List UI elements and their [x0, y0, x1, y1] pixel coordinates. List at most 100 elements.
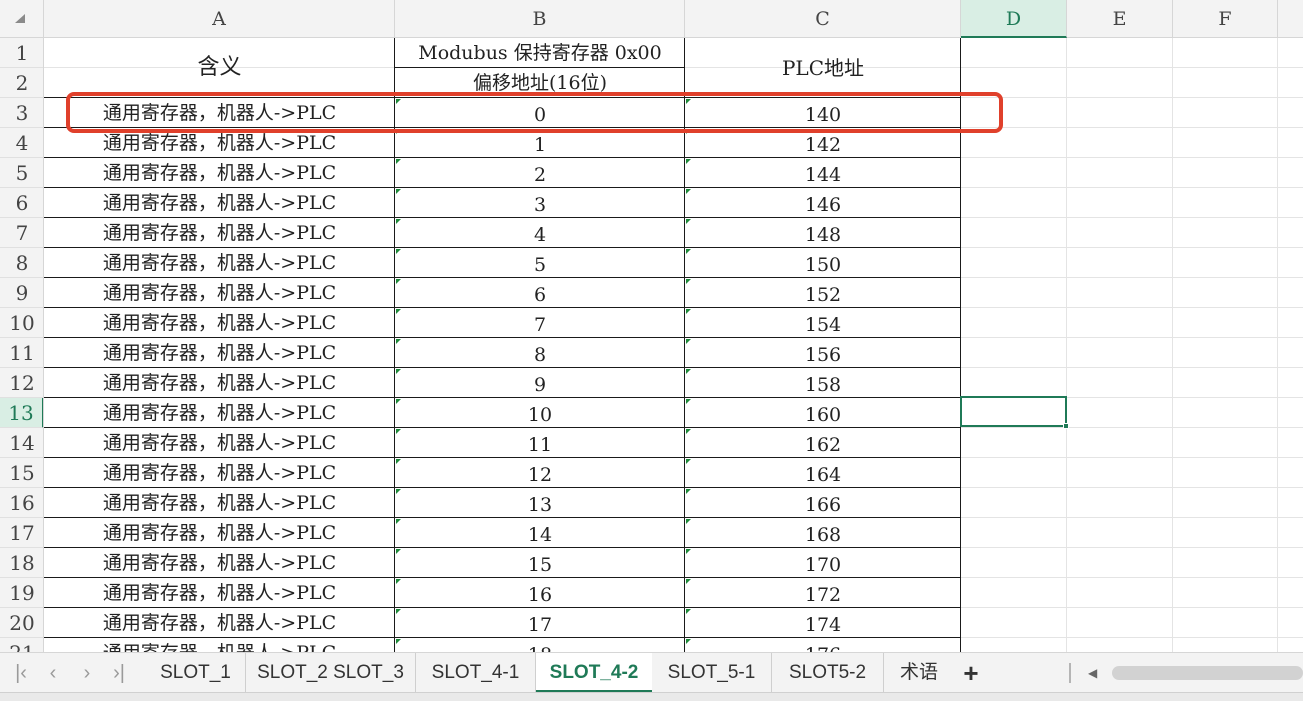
cell-offset[interactable]: 9	[395, 368, 685, 398]
cell-offset[interactable]: 16	[395, 578, 685, 608]
cell-plc-address[interactable]: 174	[685, 608, 961, 638]
row-header-7[interactable]: 7	[0, 218, 43, 248]
row-header-16[interactable]: 16	[0, 488, 43, 518]
row-header-8[interactable]: 8	[0, 248, 43, 278]
cell-offset[interactable]: 14	[395, 518, 685, 548]
cell-plc-address[interactable]: 156	[685, 338, 961, 368]
cell-plc-address[interactable]: 176	[685, 638, 961, 652]
cell-offset[interactable]: 4	[395, 218, 685, 248]
cell-plc-address[interactable]: 170	[685, 548, 961, 578]
table-border	[44, 637, 961, 638]
cell-offset[interactable]: 5	[395, 248, 685, 278]
row-header-2[interactable]: 2	[0, 68, 43, 98]
horizontal-scrollbar[interactable]	[1112, 666, 1303, 680]
cell-meaning[interactable]: 通用寄存器，机器人->PLC	[44, 548, 395, 578]
cell-meaning[interactable]: 通用寄存器，机器人->PLC	[44, 428, 395, 458]
cell-meaning[interactable]: 通用寄存器，机器人->PLC	[44, 188, 395, 218]
column-header-a[interactable]: A	[44, 0, 395, 38]
sheet-tab[interactable]: SLOT5-2	[772, 653, 884, 693]
cell-plc-address[interactable]: 152	[685, 278, 961, 308]
row-header-13[interactable]: 13	[0, 398, 43, 428]
cell-plc-address[interactable]: 144	[685, 158, 961, 188]
row-header-17[interactable]: 17	[0, 518, 43, 548]
cell-meaning[interactable]: 通用寄存器，机器人->PLC	[44, 158, 395, 188]
fill-handle[interactable]	[1063, 423, 1069, 429]
scroll-left-icon[interactable]: ◀	[1088, 653, 1097, 693]
row-header-4[interactable]: 4	[0, 128, 43, 158]
sheet-tab[interactable]: 术语	[884, 653, 954, 693]
cell-plc-address[interactable]: 158	[685, 368, 961, 398]
sheet-tab[interactable]: SLOT_4-2	[536, 653, 652, 693]
cell-number-text-indicator	[396, 279, 401, 284]
column-header-e[interactable]: E	[1067, 0, 1173, 38]
cell-meaning[interactable]: 通用寄存器，机器人->PLC	[44, 488, 395, 518]
cell-offset[interactable]: 2	[395, 158, 685, 188]
row-header-18[interactable]: 18	[0, 548, 43, 578]
cell-meaning[interactable]: 通用寄存器，机器人->PLC	[44, 278, 395, 308]
cell-plc-address[interactable]: 162	[685, 428, 961, 458]
cell-number-text-indicator	[686, 159, 691, 164]
row-header-3[interactable]: 3	[0, 98, 43, 128]
cell-meaning[interactable]: 通用寄存器，机器人->PLC	[44, 248, 395, 278]
sheet-tab[interactable]: SLOT_5-1	[652, 653, 772, 693]
cell-offset[interactable]: 11	[395, 428, 685, 458]
row-header-19[interactable]: 19	[0, 578, 43, 608]
scroll-split-handle[interactable]	[1069, 663, 1071, 683]
select-all-corner[interactable]	[0, 0, 44, 38]
row-header-9[interactable]: 9	[0, 278, 43, 308]
row-header-10[interactable]: 10	[0, 308, 43, 338]
cell-offset[interactable]: 15	[395, 548, 685, 578]
cell-plc-address[interactable]: 148	[685, 218, 961, 248]
plus-icon[interactable]: +	[958, 653, 984, 693]
selected-cell-d13[interactable]	[960, 396, 1069, 429]
cell-meaning[interactable]: 通用寄存器，机器人->PLC	[44, 578, 395, 608]
cell-meaning[interactable]: 通用寄存器，机器人->PLC	[44, 638, 395, 652]
gridline-col	[1172, 38, 1173, 652]
cell-plc-address[interactable]: 160	[685, 398, 961, 428]
row-header-15[interactable]: 15	[0, 458, 43, 488]
next-sheet-icon[interactable]: ›	[72, 653, 102, 693]
column-header-b[interactable]: B	[395, 0, 685, 38]
cell-offset[interactable]: 13	[395, 488, 685, 518]
first-sheet-icon[interactable]: |‹	[6, 653, 36, 693]
cell-offset[interactable]: 10	[395, 398, 685, 428]
cell-offset[interactable]: 17	[395, 608, 685, 638]
sheet-tab[interactable]: SLOT_4-1	[416, 653, 536, 693]
cell-meaning[interactable]: 通用寄存器，机器人->PLC	[44, 458, 395, 488]
last-sheet-icon[interactable]: ›|	[104, 653, 134, 693]
row-header-21[interactable]: 21	[0, 638, 43, 652]
cell-plc-address[interactable]: 154	[685, 308, 961, 338]
column-header-d[interactable]: D	[961, 0, 1067, 38]
row-header-5[interactable]: 5	[0, 158, 43, 188]
prev-sheet-icon[interactable]: ‹	[38, 653, 68, 693]
row-header-14[interactable]: 14	[0, 428, 43, 458]
column-header-c[interactable]: C	[685, 0, 961, 38]
cell-plc-address[interactable]: 150	[685, 248, 961, 278]
row-header-12[interactable]: 12	[0, 368, 43, 398]
row-header-1[interactable]: 1	[0, 38, 43, 68]
cell-meaning[interactable]: 通用寄存器，机器人->PLC	[44, 368, 395, 398]
cell-offset[interactable]: 8	[395, 338, 685, 368]
cell-meaning[interactable]: 通用寄存器，机器人->PLC	[44, 608, 395, 638]
cell-offset[interactable]: 12	[395, 458, 685, 488]
row-header-6[interactable]: 6	[0, 188, 43, 218]
sheet-tab[interactable]: SLOT_1	[146, 653, 246, 693]
cell-plc-address[interactable]: 164	[685, 458, 961, 488]
row-header-11[interactable]: 11	[0, 338, 43, 368]
cell-offset[interactable]: 7	[395, 308, 685, 338]
cell-offset[interactable]: 6	[395, 278, 685, 308]
cell-plc-address[interactable]: 146	[685, 188, 961, 218]
cell-plc-address[interactable]: 166	[685, 488, 961, 518]
cell-plc-address[interactable]: 168	[685, 518, 961, 548]
cell-meaning[interactable]: 通用寄存器，机器人->PLC	[44, 398, 395, 428]
cell-offset[interactable]: 3	[395, 188, 685, 218]
cell-meaning[interactable]: 通用寄存器，机器人->PLC	[44, 338, 395, 368]
sheet-tab[interactable]: SLOT_2 SLOT_3	[246, 653, 416, 693]
column-header-f[interactable]: F	[1173, 0, 1278, 38]
cell-meaning[interactable]: 通用寄存器，机器人->PLC	[44, 518, 395, 548]
row-header-20[interactable]: 20	[0, 608, 43, 638]
cell-offset[interactable]: 18	[395, 638, 685, 652]
cell-plc-address[interactable]: 172	[685, 578, 961, 608]
cell-meaning[interactable]: 通用寄存器，机器人->PLC	[44, 218, 395, 248]
cell-meaning[interactable]: 通用寄存器，机器人->PLC	[44, 308, 395, 338]
